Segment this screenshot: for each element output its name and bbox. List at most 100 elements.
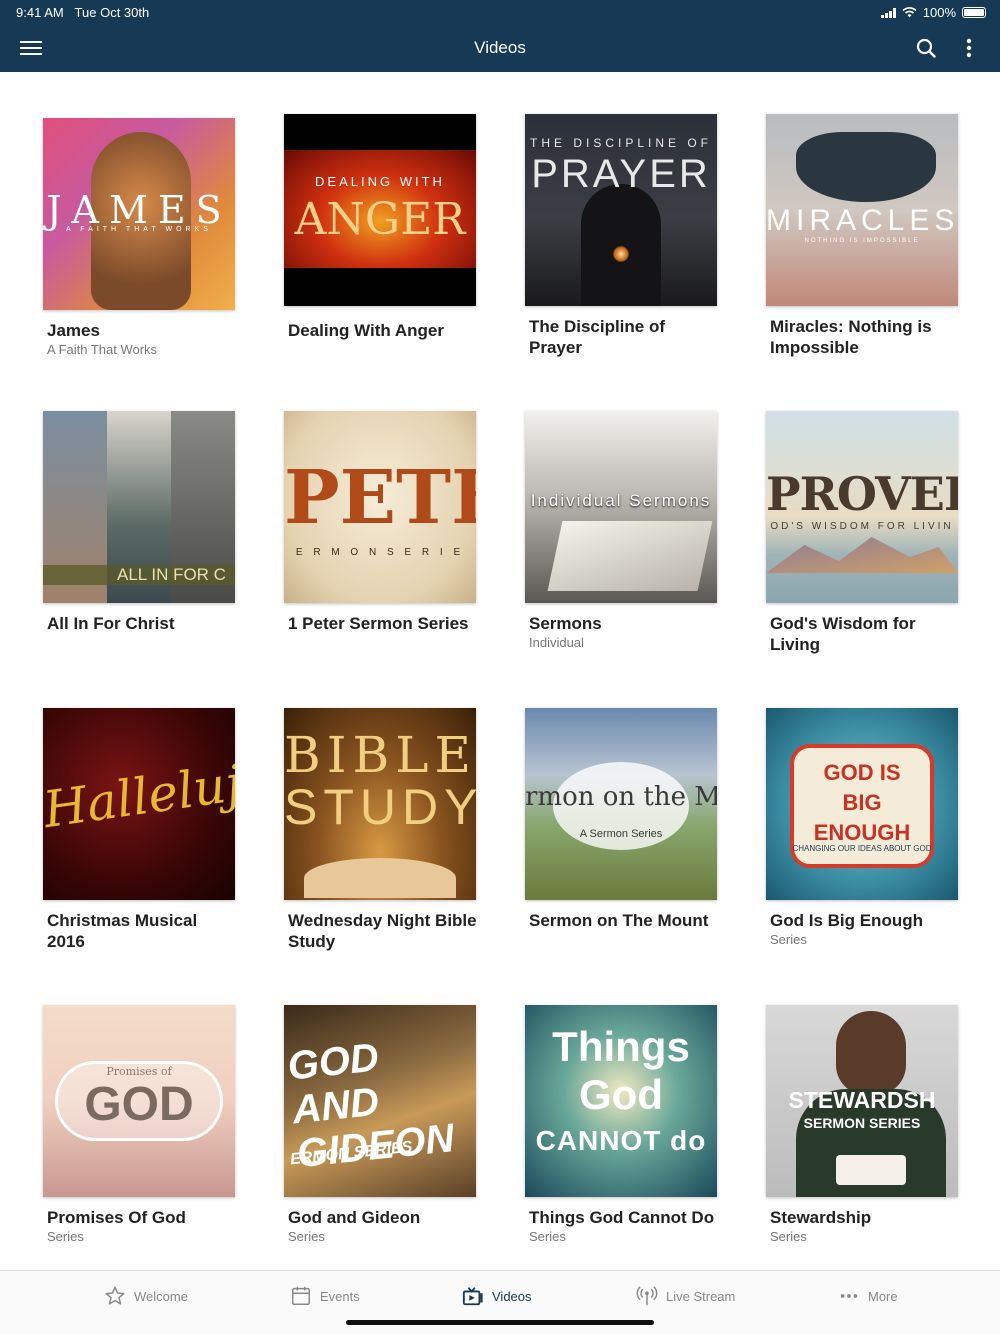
- video-card-promises-of-god[interactable]: Promises of GOD Promises Of God Series: [43, 1005, 235, 1244]
- thumbnail-art-text: STEWARDSH: [788, 1087, 936, 1113]
- video-title: Dealing With Anger: [288, 321, 444, 340]
- video-title: Wednesday Night Bible Study: [288, 911, 477, 951]
- thumbnail-art-text: rmon on the Mou: [525, 782, 717, 812]
- thumbnail-art-subtext: SERMON SERIES: [803, 1115, 921, 1131]
- video-subtitle: A Faith That Works: [47, 342, 158, 357]
- video-subtitle: Series: [288, 1229, 325, 1244]
- video-thumbnail: GOD AND GIDEON ERMON SERIES: [284, 1005, 476, 1197]
- video-title: Stewardship: [770, 1208, 872, 1227]
- more-dots-icon: [840, 1294, 858, 1298]
- video-card-all-in-for-christ[interactable]: ALL IN FOR C All In For Christ: [43, 411, 235, 634]
- video-title: Things God Cannot Do: [529, 1208, 715, 1227]
- video-thumbnail: GOD IS BIG ENOUGH CHANGING OUR IDEAS ABO…: [766, 708, 958, 900]
- tab-more[interactable]: More: [838, 1285, 898, 1307]
- video-thumbnail: rmon on the Mou A Sermon Series: [525, 708, 717, 900]
- video-subtitle: Series: [529, 1229, 566, 1244]
- video-card-proverbs[interactable]: PROVERBS OD'S WISDOM FOR LIVIN God's Wis…: [766, 411, 958, 655]
- thumbnail-art-text: Individual Sermons: [530, 491, 712, 510]
- video-title: Sermon on The Mount: [529, 911, 709, 930]
- video-title: Sermons: [529, 614, 602, 633]
- status-bar: 9:41 AM Tue Oct 30th 100%: [0, 0, 1000, 24]
- search-button[interactable]: [910, 32, 942, 64]
- video-title: God and Gideon: [288, 1208, 421, 1227]
- page-title: Videos: [474, 38, 526, 57]
- video-card-dealing-with-anger[interactable]: DEALING WITH ANGER Dealing With Anger: [284, 114, 476, 341]
- video-card-stewardship[interactable]: STEWARDSH SERMON SERIES Stewardship Seri…: [766, 1005, 958, 1244]
- thumbnail-art-text: PETE: [284, 455, 476, 541]
- thumbnail-art-subtext: DEALING WITH: [315, 174, 445, 189]
- wifi-icon: [902, 7, 917, 18]
- video-card-1-peter[interactable]: PETE E R M O N S E R I E 1 Peter Sermon …: [284, 411, 476, 634]
- top-nav-bar: Videos: [0, 24, 1000, 72]
- search-icon: [916, 38, 936, 58]
- video-title: 1 Peter Sermon Series: [288, 614, 469, 633]
- thumbnail-art-subtext: A FAITH THAT WORKS: [66, 226, 212, 233]
- video-title: The Discipline of Prayer: [529, 317, 666, 357]
- thumbnail-art-text: Things God: [552, 1023, 690, 1118]
- tab-label: Videos: [492, 1288, 532, 1304]
- overflow-menu-button[interactable]: [953, 32, 985, 64]
- video-card-sermon-on-the-mount[interactable]: rmon on the Mou A Sermon Series Sermon o…: [525, 708, 717, 931]
- thumbnail-art-text: MIRACLES: [766, 204, 958, 237]
- thumbnail-art-text: ANGER: [294, 194, 466, 245]
- video-thumbnail: JAMES A FAITH THAT WORKS: [43, 118, 235, 310]
- video-card-christmas-musical[interactable]: Hallelujah Christmas Musical 2016: [43, 708, 235, 952]
- thumbnail-art-subtext: THE DISCIPLINE OF: [529, 136, 713, 150]
- tab-live-stream[interactable]: Live Stream: [636, 1285, 735, 1307]
- video-title: Promises Of God: [47, 1208, 186, 1227]
- video-card-miracles[interactable]: MIRACLES NOTHING IS IMPOSSIBLE Miracles:…: [766, 114, 958, 358]
- video-thumbnail: Things God CANNOT do: [525, 1005, 717, 1197]
- battery-icon: [962, 7, 986, 18]
- tab-label: Welcome: [134, 1288, 188, 1304]
- battery-percent: 100%: [922, 5, 956, 20]
- video-title: Christmas Musical 2016: [47, 911, 198, 951]
- video-thumbnail: Individual Sermons: [525, 411, 717, 603]
- tab-label: More: [868, 1288, 898, 1304]
- tab-videos[interactable]: Videos: [462, 1285, 532, 1307]
- video-thumbnail: ALL IN FOR C: [43, 411, 235, 603]
- video-icon: [462, 1287, 483, 1306]
- video-title: James: [47, 321, 100, 340]
- thumbnail-art-text: GOD IS BIG ENOUGH: [813, 760, 911, 845]
- video-title: All In For Christ: [47, 614, 175, 633]
- thumbnail-art-subtext: E R M O N S E R I E: [295, 547, 465, 558]
- calendar-icon: [292, 1286, 310, 1305]
- thumbnail-art-subtext: STUDY: [284, 779, 476, 835]
- signal-icon: [880, 7, 896, 18]
- video-subtitle: Individual: [529, 635, 584, 650]
- video-thumbnail: Hallelujah: [43, 708, 235, 900]
- thumbnail-art-subtext: A Sermon Series: [579, 828, 663, 840]
- video-card-discipline-of-prayer[interactable]: THE DISCIPLINE OF PRAYER The Discipline …: [525, 114, 717, 358]
- video-title: God Is Big Enough: [770, 911, 923, 930]
- video-thumbnail: THE DISCIPLINE OF PRAYER: [525, 114, 717, 306]
- tab-label: Events: [320, 1288, 360, 1304]
- thumbnail-art-subtext: CANNOT do: [535, 1125, 707, 1156]
- status-date: Tue Oct 30th: [74, 5, 150, 20]
- video-thumbnail: Promises of GOD: [43, 1005, 235, 1197]
- thumbnail-art-text: Hallelujah: [43, 745, 235, 840]
- video-thumbnail: BIBLE STUDY: [284, 708, 476, 900]
- tab-welcome[interactable]: Welcome: [104, 1285, 188, 1307]
- broadcast-icon: [636, 1286, 658, 1306]
- video-card-things-god-cannot-do[interactable]: Things God CANNOT do Things God Cannot D…: [525, 1005, 717, 1244]
- video-card-god-is-big-enough[interactable]: GOD IS BIG ENOUGH CHANGING OUR IDEAS ABO…: [766, 708, 958, 947]
- video-card-sermons[interactable]: Individual Sermons Sermons Individual: [525, 411, 717, 650]
- thumbnail-art-text: PROVERBS: [766, 467, 958, 521]
- star-icon: [105, 1286, 125, 1305]
- thumbnail-art-subtext: CHANGING OUR IDEAS ABOUT GOD: [792, 844, 932, 853]
- video-card-god-and-gideon[interactable]: GOD AND GIDEON ERMON SERIES God and Gide…: [284, 1005, 476, 1244]
- video-card-bible-study[interactable]: BIBLE STUDY Wednesday Night Bible Study: [284, 708, 477, 952]
- video-subtitle: Series: [47, 1229, 84, 1244]
- video-card-james[interactable]: JAMES A FAITH THAT WORKS James A Faith T…: [43, 118, 235, 357]
- thumbnail-art-text: PRAYER: [531, 152, 711, 196]
- video-thumbnail: STEWARDSH SERMON SERIES: [766, 1005, 958, 1197]
- thumbnail-art-text: ALL IN FOR C: [117, 565, 226, 584]
- tab-label: Live Stream: [666, 1288, 736, 1304]
- home-indicator[interactable]: [346, 1320, 654, 1325]
- thumbnail-art-subtext: NOTHING IS IMPOSSIBLE: [804, 238, 920, 244]
- thumbnail-art-text: GOD: [84, 1078, 194, 1131]
- video-subtitle: Series: [770, 1229, 807, 1244]
- status-time: 9:41 AM Tue Oct 30th: [16, 5, 150, 20]
- thumbnail-art-text: BIBLE: [284, 726, 476, 784]
- tab-events[interactable]: Events: [290, 1285, 360, 1307]
